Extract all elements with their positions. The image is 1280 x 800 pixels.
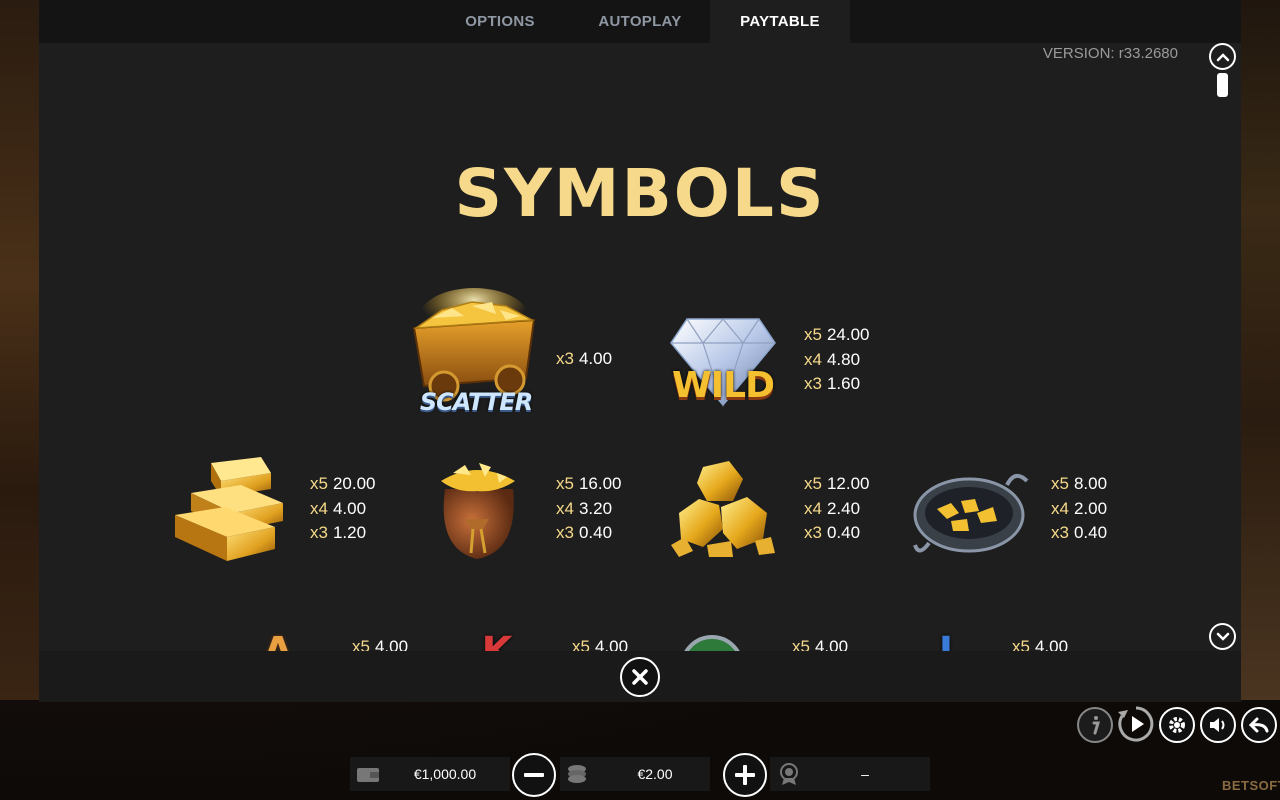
pay-line: x5 20.00 [310, 474, 376, 493]
wild-paytable: x5 24.00 x4 4.80 x3 1.60 [804, 323, 870, 397]
tab-autoplay[interactable]: AUTOPLAY [570, 0, 710, 43]
gold-pan-paytable: x5 8.00 x4 2.00 x3 0.40 [1051, 472, 1107, 546]
gold-pan-symbol [911, 463, 1029, 559]
pay-line: x5 4.00 [572, 637, 629, 651]
brand-logo: BETSOFT [1222, 778, 1280, 793]
scatter-symbol: SCATTER [402, 288, 544, 428]
sound-button[interactable] [1200, 707, 1236, 743]
balance-value: €1,000.00 [413, 766, 477, 782]
pay-line: x5 16.00 [556, 474, 622, 493]
pay-line: x5 24.00 [804, 325, 870, 344]
pay-line: x4 4.00 [310, 498, 367, 518]
pay-line: x3 1.60 [804, 374, 861, 393]
gold-nuggets-paytable: x5 12.00 x4 2.40 x3 0.40 [804, 472, 870, 546]
spin-button[interactable] [1116, 704, 1156, 744]
letter-q-symbol [679, 633, 745, 651]
info-button[interactable] [1077, 707, 1113, 743]
letter-j-paytable: x5 4.00 [1012, 635, 1068, 651]
wild-badge: WILD [672, 365, 775, 406]
close-icon [632, 669, 648, 685]
scatter-paytable: x3 4.00 [556, 347, 612, 372]
letter-k-glyph: K [457, 629, 537, 651]
pay-line: x5 4.00 [792, 637, 849, 651]
pay-line: x5 8.00 [1051, 474, 1108, 493]
bet-bar: €1,000.00 €2.00 – [350, 753, 930, 797]
pay-line: x5 4.00 [352, 637, 409, 651]
letter-a-paytable: x5 4.00 [352, 635, 408, 651]
scroll-down-button[interactable] [1209, 623, 1236, 650]
plus-icon [735, 765, 755, 785]
game-background-left [0, 0, 40, 700]
letter-a-glyph: A [263, 629, 293, 651]
spin-icon [1118, 706, 1154, 742]
scatter-badge: SCATTER [419, 388, 533, 416]
award-icon [780, 763, 798, 785]
pay-line: x3 0.40 [804, 523, 861, 542]
pay-line: x3 1.20 [310, 523, 367, 542]
paytable-modal: OPTIONS AUTOPLAY PAYTABLE VERSION: r33.2… [39, 0, 1241, 702]
letter-q-paytable: x5 4.00 [792, 635, 848, 651]
gold-nuggets-symbol [667, 457, 779, 559]
pay-line: x4 2.40 [804, 498, 861, 518]
section-title: SYMBOLS [454, 155, 826, 232]
letter-j-symbol: J [921, 629, 971, 651]
letter-a-symbol: A [253, 629, 303, 651]
win-value: – [861, 766, 869, 782]
wallet-icon [357, 768, 379, 782]
gold-bars-paytable: x5 20.00 x4 4.00 x3 1.20 [310, 472, 376, 546]
pay-line: x3 0.40 [556, 523, 613, 542]
pay-line: x4 4.80 [804, 349, 861, 369]
gear-icon [1169, 717, 1185, 733]
gold-sack-symbol [427, 459, 529, 563]
pay-line: x5 4.00 [1012, 637, 1069, 651]
speaker-icon [1210, 718, 1225, 732]
bet-value: €2.00 [637, 766, 673, 782]
letter-k-symbol: K [457, 629, 537, 651]
pay-line: x3 4.00 [556, 349, 613, 368]
coins-icon [568, 765, 586, 783]
pay-line: x5 12.00 [804, 474, 870, 493]
chevron-down-icon [1216, 632, 1229, 641]
increase-bet-button[interactable] [723, 753, 767, 797]
paytable-content: SYMBOLS SCATTER x3 4.00 WILD x5 24.00 x4… [39, 43, 1241, 651]
gold-bars-symbol [171, 453, 287, 571]
letter-k-paytable: x5 4.00 [572, 635, 628, 651]
pay-line: x4 2.00 [1051, 498, 1108, 518]
tab-options[interactable]: OPTIONS [430, 0, 570, 43]
game-background-right [1240, 0, 1280, 700]
pay-line: x3 0.40 [1051, 523, 1108, 542]
close-button[interactable] [620, 657, 660, 697]
decrease-bet-button[interactable] [512, 753, 556, 797]
letter-j-glyph: J [938, 629, 954, 651]
back-button[interactable] [1241, 707, 1277, 743]
return-arrow-icon [1249, 717, 1269, 733]
settings-button[interactable] [1159, 707, 1195, 743]
gold-sack-paytable: x5 16.00 x4 3.20 x3 0.40 [556, 472, 622, 546]
wild-symbol: WILD [665, 301, 781, 421]
tab-bar: OPTIONS AUTOPLAY PAYTABLE [39, 0, 1241, 43]
minus-icon [524, 773, 544, 777]
tab-paytable[interactable]: PAYTABLE [710, 0, 850, 43]
info-icon [1092, 716, 1101, 735]
pay-line: x4 3.20 [556, 498, 613, 518]
